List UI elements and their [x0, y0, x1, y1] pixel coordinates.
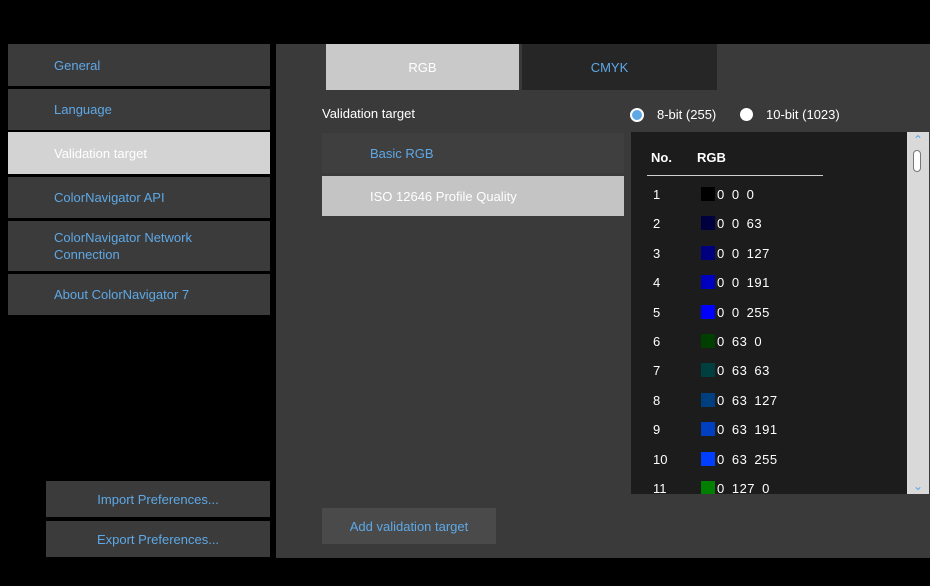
color-swatch [701, 422, 715, 437]
radio-10bit[interactable]: 10-bit (1023) [740, 107, 840, 122]
tab-label: RGB [408, 59, 437, 75]
row-number: 7 [653, 363, 661, 379]
row-rgb-value: 0 0 191 [717, 275, 770, 291]
color-list: No. RGB 1 0 0 0 2 0 0 63 3 0 0 127 4 0 0 191 5 0 … [631, 132, 907, 494]
row-rgb-value: 0 0 127 [717, 245, 770, 261]
sidebar-item-language[interactable]: Language [8, 89, 270, 130]
sidebar-item-network-connection[interactable]: ColorNavigator Network Connection [8, 221, 270, 271]
color-swatch [701, 481, 715, 494]
table-row[interactable]: 5 0 0 255 [631, 299, 901, 328]
row-number: 5 [653, 304, 661, 320]
row-rgb-value: 0 0 63 [717, 216, 763, 232]
scroll-thumb[interactable] [913, 150, 921, 172]
color-swatch [701, 334, 715, 348]
table-row[interactable]: 10 0 63 255 [631, 446, 901, 475]
radio-10bit-label: 10-bit (1023) [766, 107, 840, 122]
row-number: 10 [653, 451, 668, 467]
table-row[interactable]: 1 0 0 0 [631, 181, 901, 210]
table-row[interactable]: 3 0 0 127 [631, 240, 901, 269]
sidebar-item-label: About ColorNavigator 7 [54, 287, 190, 302]
row-number: 9 [653, 422, 661, 438]
color-swatch [701, 216, 715, 231]
row-number: 2 [653, 216, 661, 232]
table-row[interactable]: 2 0 0 63 [631, 210, 901, 239]
scroll-up-icon[interactable]: ⌃ [907, 132, 929, 148]
radio-8bit-label: 8-bit (255) [657, 107, 717, 122]
tab-rgb[interactable]: RGB [326, 44, 519, 90]
sidebar-item-label: Language [54, 102, 112, 117]
column-header-no: No. [651, 150, 672, 165]
row-number: 11 [653, 481, 667, 494]
header-divider [647, 175, 823, 176]
row-rgb-value: 0 63 0 [717, 334, 763, 349]
color-swatch [701, 451, 715, 466]
row-number: 3 [653, 245, 661, 261]
table-row[interactable]: 8 0 63 127 [631, 387, 901, 416]
tab-label: CMYK [590, 59, 629, 75]
sidebar-item-about[interactable]: About ColorNavigator 7 [8, 274, 270, 315]
sidebar-item-general[interactable]: General [8, 44, 270, 86]
color-swatch [701, 363, 715, 378]
row-rgb-value: 0 63 127 [717, 392, 778, 408]
scroll-down-icon[interactable]: ⌄ [907, 478, 929, 494]
row-rgb-value: 0 0 255 [717, 304, 770, 320]
color-swatch [701, 187, 715, 201]
sidebar-item-validation-target[interactable]: Validation target [8, 132, 270, 174]
import-preferences-button[interactable]: Import Preferences... [46, 481, 270, 517]
table-row[interactable]: 7 0 63 63 [631, 357, 901, 386]
row-rgb-value: 0 63 255 [717, 451, 778, 467]
row-number: 4 [653, 275, 661, 291]
row-rgb-value: 0 127 0 [717, 481, 770, 494]
table-row[interactable]: 9 0 63 191 [631, 416, 901, 445]
row-rgb-value: 0 0 0 [717, 187, 755, 202]
add-validation-target-label: Add validation target [349, 518, 469, 534]
color-swatch [701, 392, 715, 407]
table-row[interactable]: 6 0 63 0 [631, 328, 901, 357]
sidebar-item-label: ColorNavigator Network Connection [54, 230, 192, 262]
row-number: 1 [653, 187, 661, 202]
export-preferences-label: Export Preferences... [96, 531, 220, 547]
row-number: 6 [653, 334, 661, 349]
radio-checked-icon [630, 107, 644, 122]
sidebar-item-label: ColorNavigator API [54, 190, 165, 205]
row-rgb-value: 0 63 63 [717, 363, 770, 379]
import-preferences-label: Import Preferences... [97, 491, 219, 507]
column-header-rgb: RGB [697, 150, 726, 165]
target-iso-12646[interactable]: ISO 12646 Profile Quality [322, 176, 624, 216]
sidebar-item-colornavigator-api[interactable]: ColorNavigator API [8, 177, 270, 218]
target-label: ISO 12646 Profile Quality [370, 188, 517, 204]
radio-unchecked-icon [740, 108, 753, 121]
row-rgb-value: 0 63 191 [717, 422, 778, 438]
radio-8bit[interactable]: 8-bit (255) [630, 107, 716, 122]
color-swatch [701, 275, 715, 290]
target-label: Basic RGB [370, 145, 434, 161]
table-row[interactable]: 4 0 0 191 [631, 269, 901, 298]
list-scrollbar[interactable]: ⌃ ⌄ [907, 132, 929, 494]
sidebar-item-label: Validation target [54, 145, 147, 161]
add-validation-target-button[interactable]: Add validation target [322, 508, 496, 544]
row-number: 8 [653, 392, 661, 408]
table-row[interactable]: 11 0 127 0 [631, 475, 901, 494]
sidebar-item-label: General [54, 57, 101, 73]
tab-cmyk[interactable]: CMYK [522, 44, 717, 90]
color-swatch [701, 245, 715, 260]
validation-target-title: Validation target [322, 106, 415, 121]
export-preferences-button[interactable]: Export Preferences... [46, 521, 270, 557]
color-swatch [701, 304, 715, 319]
target-basic-rgb[interactable]: Basic RGB [322, 133, 624, 173]
